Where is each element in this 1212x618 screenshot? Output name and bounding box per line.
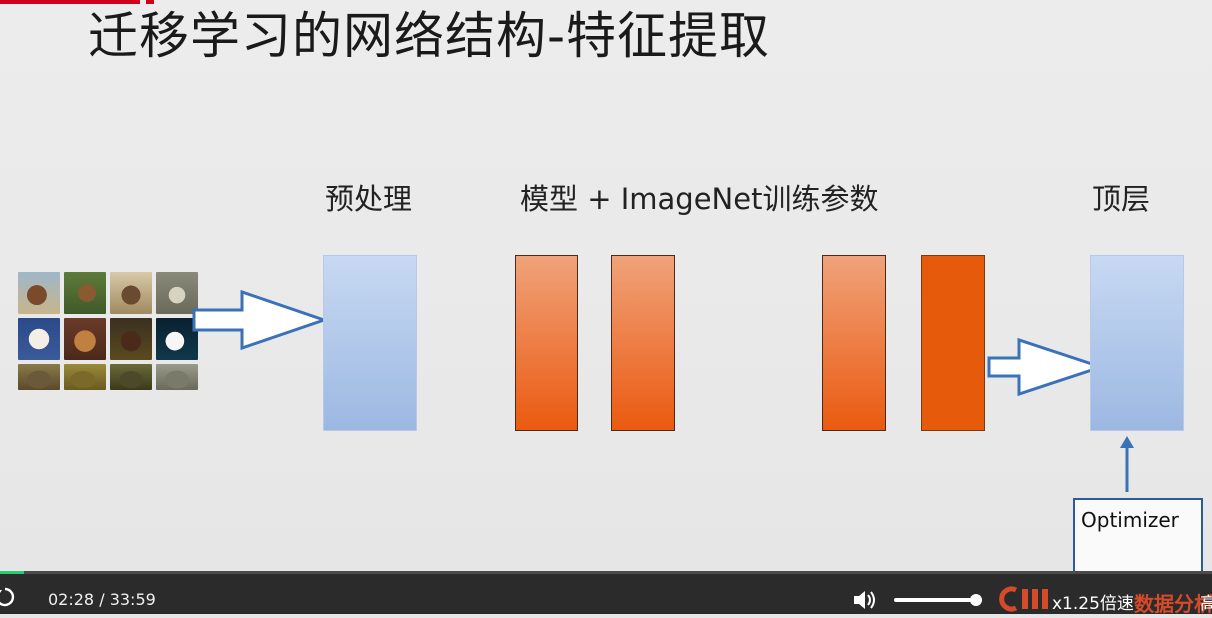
- animal-thumbnail: [18, 272, 60, 314]
- current-time: 02:28: [48, 590, 95, 609]
- progress-track[interactable]: [0, 571, 1212, 574]
- feature-arrow-icon: [987, 337, 1106, 397]
- preprocess-block: [323, 255, 417, 431]
- animal-thumbnail: [18, 318, 60, 360]
- animal-thumbnail: [110, 272, 152, 314]
- optimizer-box: Optimizer: [1073, 498, 1203, 571]
- model-layer-block: [515, 255, 578, 431]
- volume-icon[interactable]: [852, 589, 878, 611]
- quality-button[interactable]: 高: [1200, 589, 1212, 614]
- slide-title: 迁移学习的网络结构-特征提取: [88, 7, 771, 65]
- animal-thumbnail: [18, 364, 60, 390]
- input-image-grid: [18, 272, 200, 394]
- animal-thumbnail: [110, 364, 152, 390]
- top-layer-label: 顶层: [1092, 182, 1151, 216]
- slide-canvas: 迁移学习的网络结构-特征提取 预处理 模型 + ImageNet训练参数 顶层: [0, 0, 1212, 571]
- total-time: 33:59: [109, 590, 156, 609]
- volume-slider[interactable]: [894, 598, 982, 602]
- volume-slider-knob[interactable]: [969, 594, 982, 606]
- playback-time: 02:28 / 33:59: [48, 590, 156, 609]
- brand-logo-icon: [998, 586, 1058, 612]
- progress-fill: [0, 571, 25, 574]
- model-layer-block: [611, 255, 675, 431]
- animal-thumbnail: [64, 364, 106, 390]
- input-arrow-icon: [192, 289, 329, 351]
- time-separator: /: [99, 590, 105, 609]
- replay-icon[interactable]: [0, 586, 16, 608]
- animal-thumbnail: [64, 272, 106, 314]
- optimizer-label: Optimizer: [1081, 508, 1179, 532]
- animal-thumbnail: [64, 318, 106, 360]
- animal-thumbnail: [110, 318, 152, 360]
- optimizer-arrow-icon: [1120, 436, 1134, 492]
- preprocess-label: 预处理: [325, 182, 413, 216]
- model-layer-block-final: [921, 255, 985, 431]
- playback-speed-button[interactable]: x1.25倍速: [1052, 589, 1134, 614]
- animal-thumbnail: [156, 364, 198, 390]
- top-layer-block: [1090, 255, 1184, 431]
- model-layer-block: [822, 255, 886, 431]
- model-label: 模型 + ImageNet训练参数: [520, 182, 879, 216]
